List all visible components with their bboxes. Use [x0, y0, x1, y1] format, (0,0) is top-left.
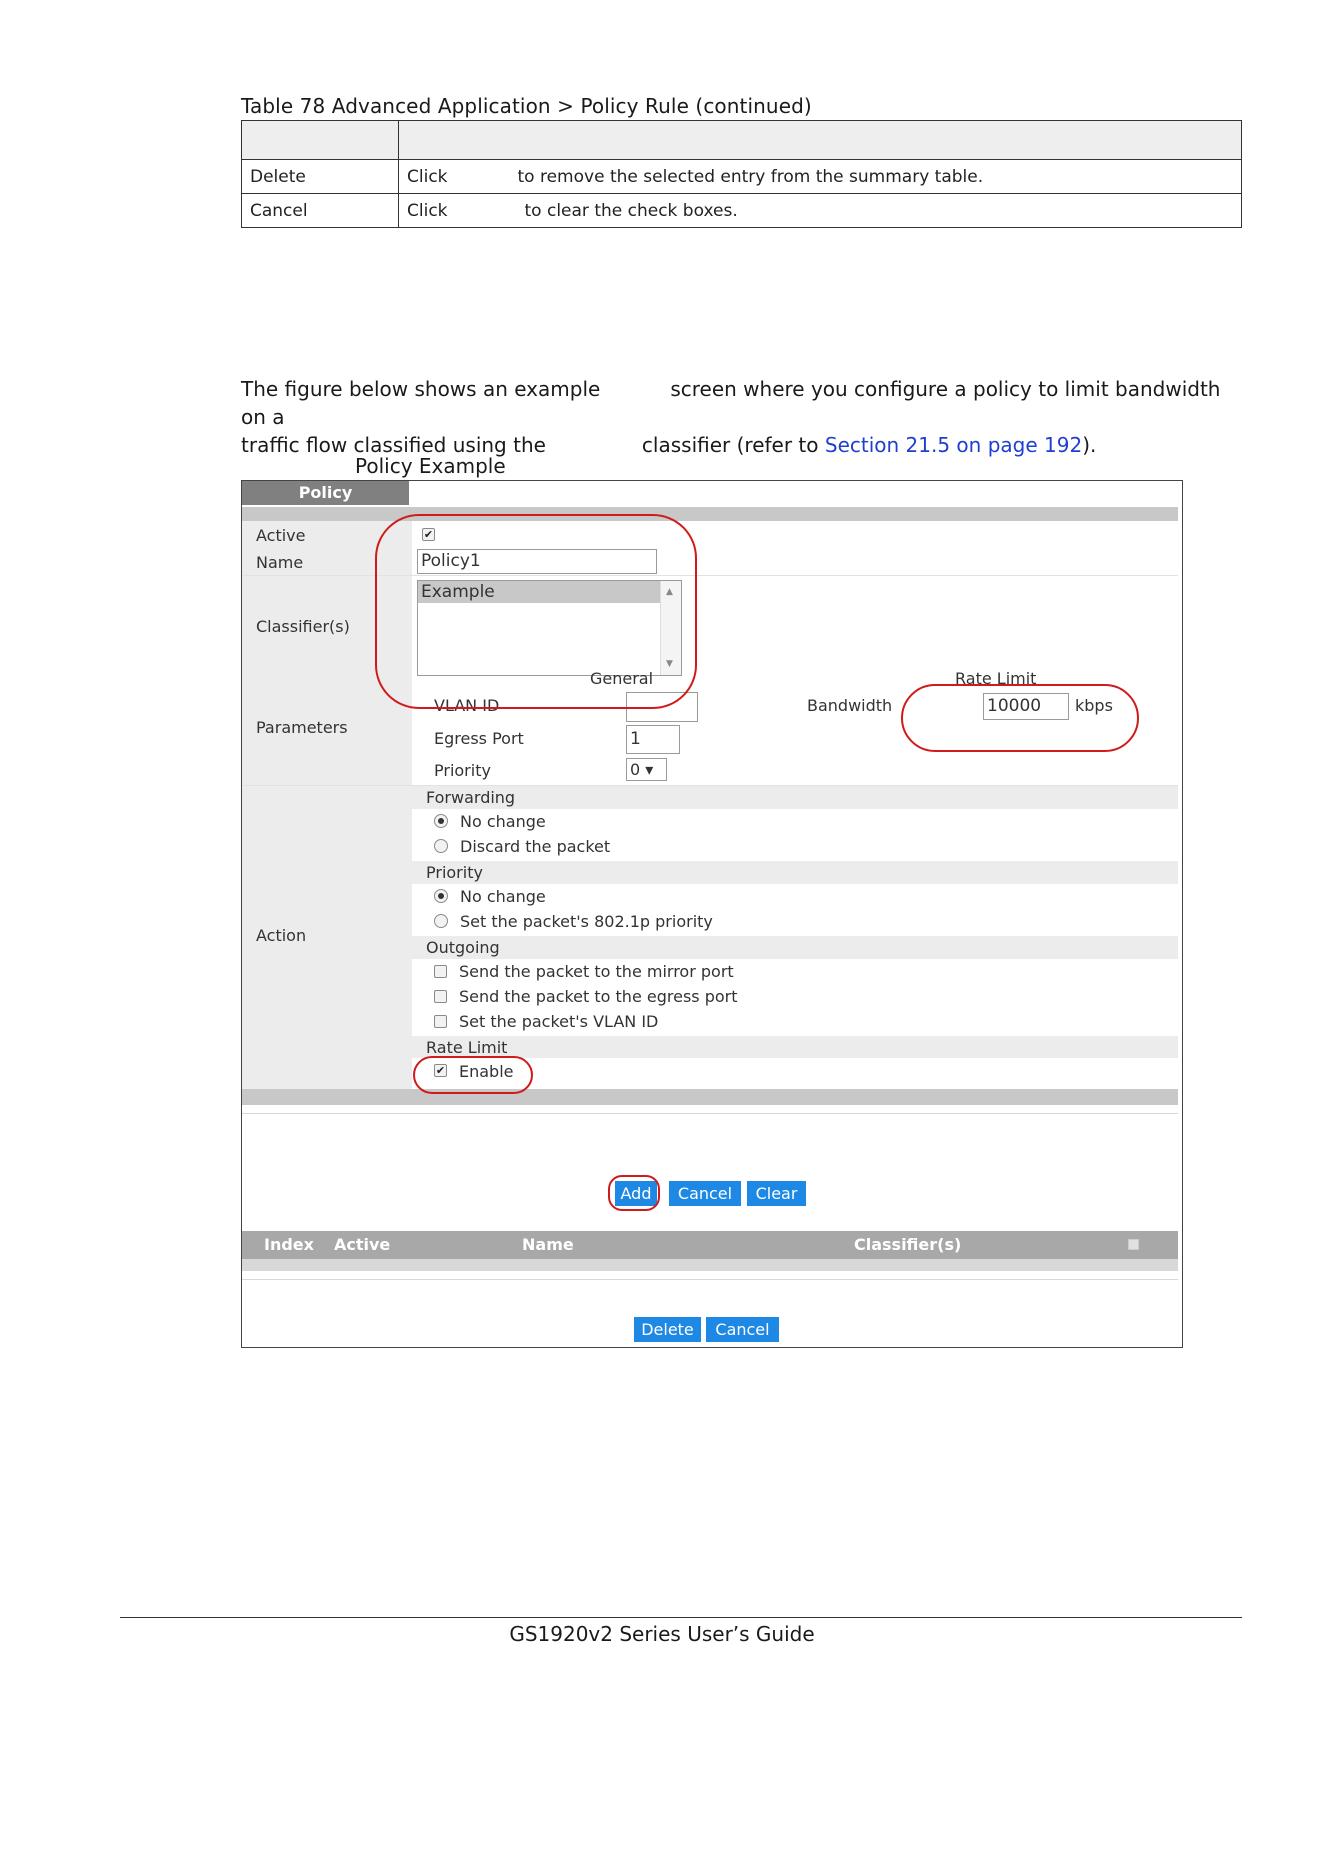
outgoing-option-label: Send the packet to the mirror port — [459, 962, 734, 981]
highlight-oval-add — [608, 1175, 660, 1211]
column-header-name: Name — [522, 1235, 574, 1254]
forwarding-heading: Forwarding — [426, 788, 516, 807]
priority-option-label: No change — [460, 887, 546, 906]
priority-set-radio[interactable] — [434, 914, 448, 928]
parameters-label: Parameters — [256, 718, 348, 737]
table-cell-label: Cancel — [241, 193, 399, 228]
page-footer: GS1920v2 Series User’s Guide — [509, 1622, 815, 1646]
forwarding-discard-radio[interactable] — [434, 839, 448, 853]
click-word: Click — [407, 200, 448, 221]
table-header-row — [241, 120, 1242, 160]
outgoing-option-label: Send the packet to the egress port — [459, 987, 738, 1006]
column-header-classifiers: Classifier(s) — [854, 1235, 962, 1254]
click-word: Click — [407, 166, 448, 187]
summary-table-empty — [242, 1259, 1178, 1271]
priority-heading: Priority — [426, 863, 483, 882]
bandwidth-label: Bandwidth — [807, 696, 893, 715]
egress-port-checkbox[interactable] — [434, 990, 447, 1003]
select-all-checkbox[interactable] — [1128, 1239, 1139, 1250]
table-caption: Table 78 Advanced Application > Policy R… — [241, 94, 812, 118]
priority-select[interactable]: 0 ▾ — [626, 758, 667, 781]
clear-button[interactable]: Clear — [747, 1181, 806, 1206]
paragraph-text: ). — [1082, 433, 1097, 457]
divider — [242, 1113, 1178, 1114]
classifiers-label: Classifier(s) — [256, 617, 350, 636]
footer-bar — [242, 1089, 1178, 1105]
highlight-oval-general — [375, 514, 697, 709]
mirror-port-checkbox[interactable] — [434, 965, 447, 978]
outgoing-option-label: Set the packet's VLAN ID — [459, 1012, 659, 1031]
tab-policy[interactable]: Policy — [242, 481, 409, 505]
intro-paragraph: The figure below shows an example screen … — [241, 375, 1251, 459]
row-description: to clear the check boxes. — [524, 200, 738, 221]
paragraph-text: The figure below shows an example — [241, 377, 601, 401]
cancel-button[interactable]: Cancel — [669, 1181, 741, 1206]
summary-table-header: Index Active Name Classifier(s) — [242, 1231, 1178, 1259]
rate-limit-section-heading: Rate Limit — [426, 1038, 508, 1057]
name-label: Name — [256, 553, 304, 572]
delete-button[interactable]: Delete — [634, 1317, 701, 1342]
forwarding-option-label: Discard the packet — [460, 837, 611, 856]
section-link[interactable]: Section 21.5 on page 192 — [825, 433, 1082, 457]
rate-limit-heading-bar: Rate Limit — [412, 1036, 1178, 1058]
vlan-id-checkbox[interactable] — [434, 1015, 447, 1028]
cancel-summary-button[interactable]: Cancel — [706, 1317, 779, 1342]
priority-no-change-radio[interactable] — [434, 889, 448, 903]
table-header-cell — [241, 120, 399, 160]
table-row: Delete Click to remove the selected entry… — [241, 159, 1242, 194]
action-label: Action — [256, 926, 307, 945]
forwarding-no-change-radio[interactable] — [434, 814, 448, 828]
policy-rule-table: Delete Click to remove the selected entry… — [241, 120, 1242, 228]
figure-caption: Policy Example — [355, 454, 506, 478]
outgoing-heading-bar: Outgoing — [412, 936, 1178, 959]
table-cell-desc: Click to clear the check boxes. — [398, 193, 1242, 228]
row-description: to remove the selected entry from the su… — [517, 166, 984, 187]
table-row: Cancel Click to clear the check boxes. — [241, 193, 1242, 228]
outgoing-heading: Outgoing — [426, 938, 500, 957]
active-label: Active — [256, 526, 306, 545]
column-header-active: Active — [334, 1235, 391, 1254]
column-header-index: Index — [264, 1235, 314, 1254]
priority-option-label: Set the packet's 802.1p priority — [460, 912, 713, 931]
forwarding-option-label: No change — [460, 812, 546, 831]
highlight-oval-bandwidth — [901, 684, 1139, 752]
priority-heading-bar: Priority — [412, 861, 1178, 884]
header-bar — [242, 507, 1178, 521]
table-cell-label: Delete — [241, 159, 399, 194]
egress-port-label: Egress Port — [434, 729, 524, 748]
egress-port-input[interactable]: 1 — [626, 725, 680, 754]
footer-rule — [120, 1617, 1242, 1618]
divider — [242, 1279, 1178, 1280]
policy-screen: Policy Active ✔ Name Policy1 Classifier(… — [241, 480, 1183, 1348]
action-label-cell: Action — [242, 786, 412, 1089]
paragraph-text: classifier (refer to — [641, 433, 825, 457]
table-header-cell — [398, 120, 1242, 160]
highlight-oval-enable — [413, 1056, 533, 1094]
forwarding-heading-bar: Forwarding — [412, 786, 1178, 809]
table-cell-desc: Click to remove the selected entry from t… — [398, 159, 1242, 194]
priority-label: Priority — [434, 761, 491, 780]
